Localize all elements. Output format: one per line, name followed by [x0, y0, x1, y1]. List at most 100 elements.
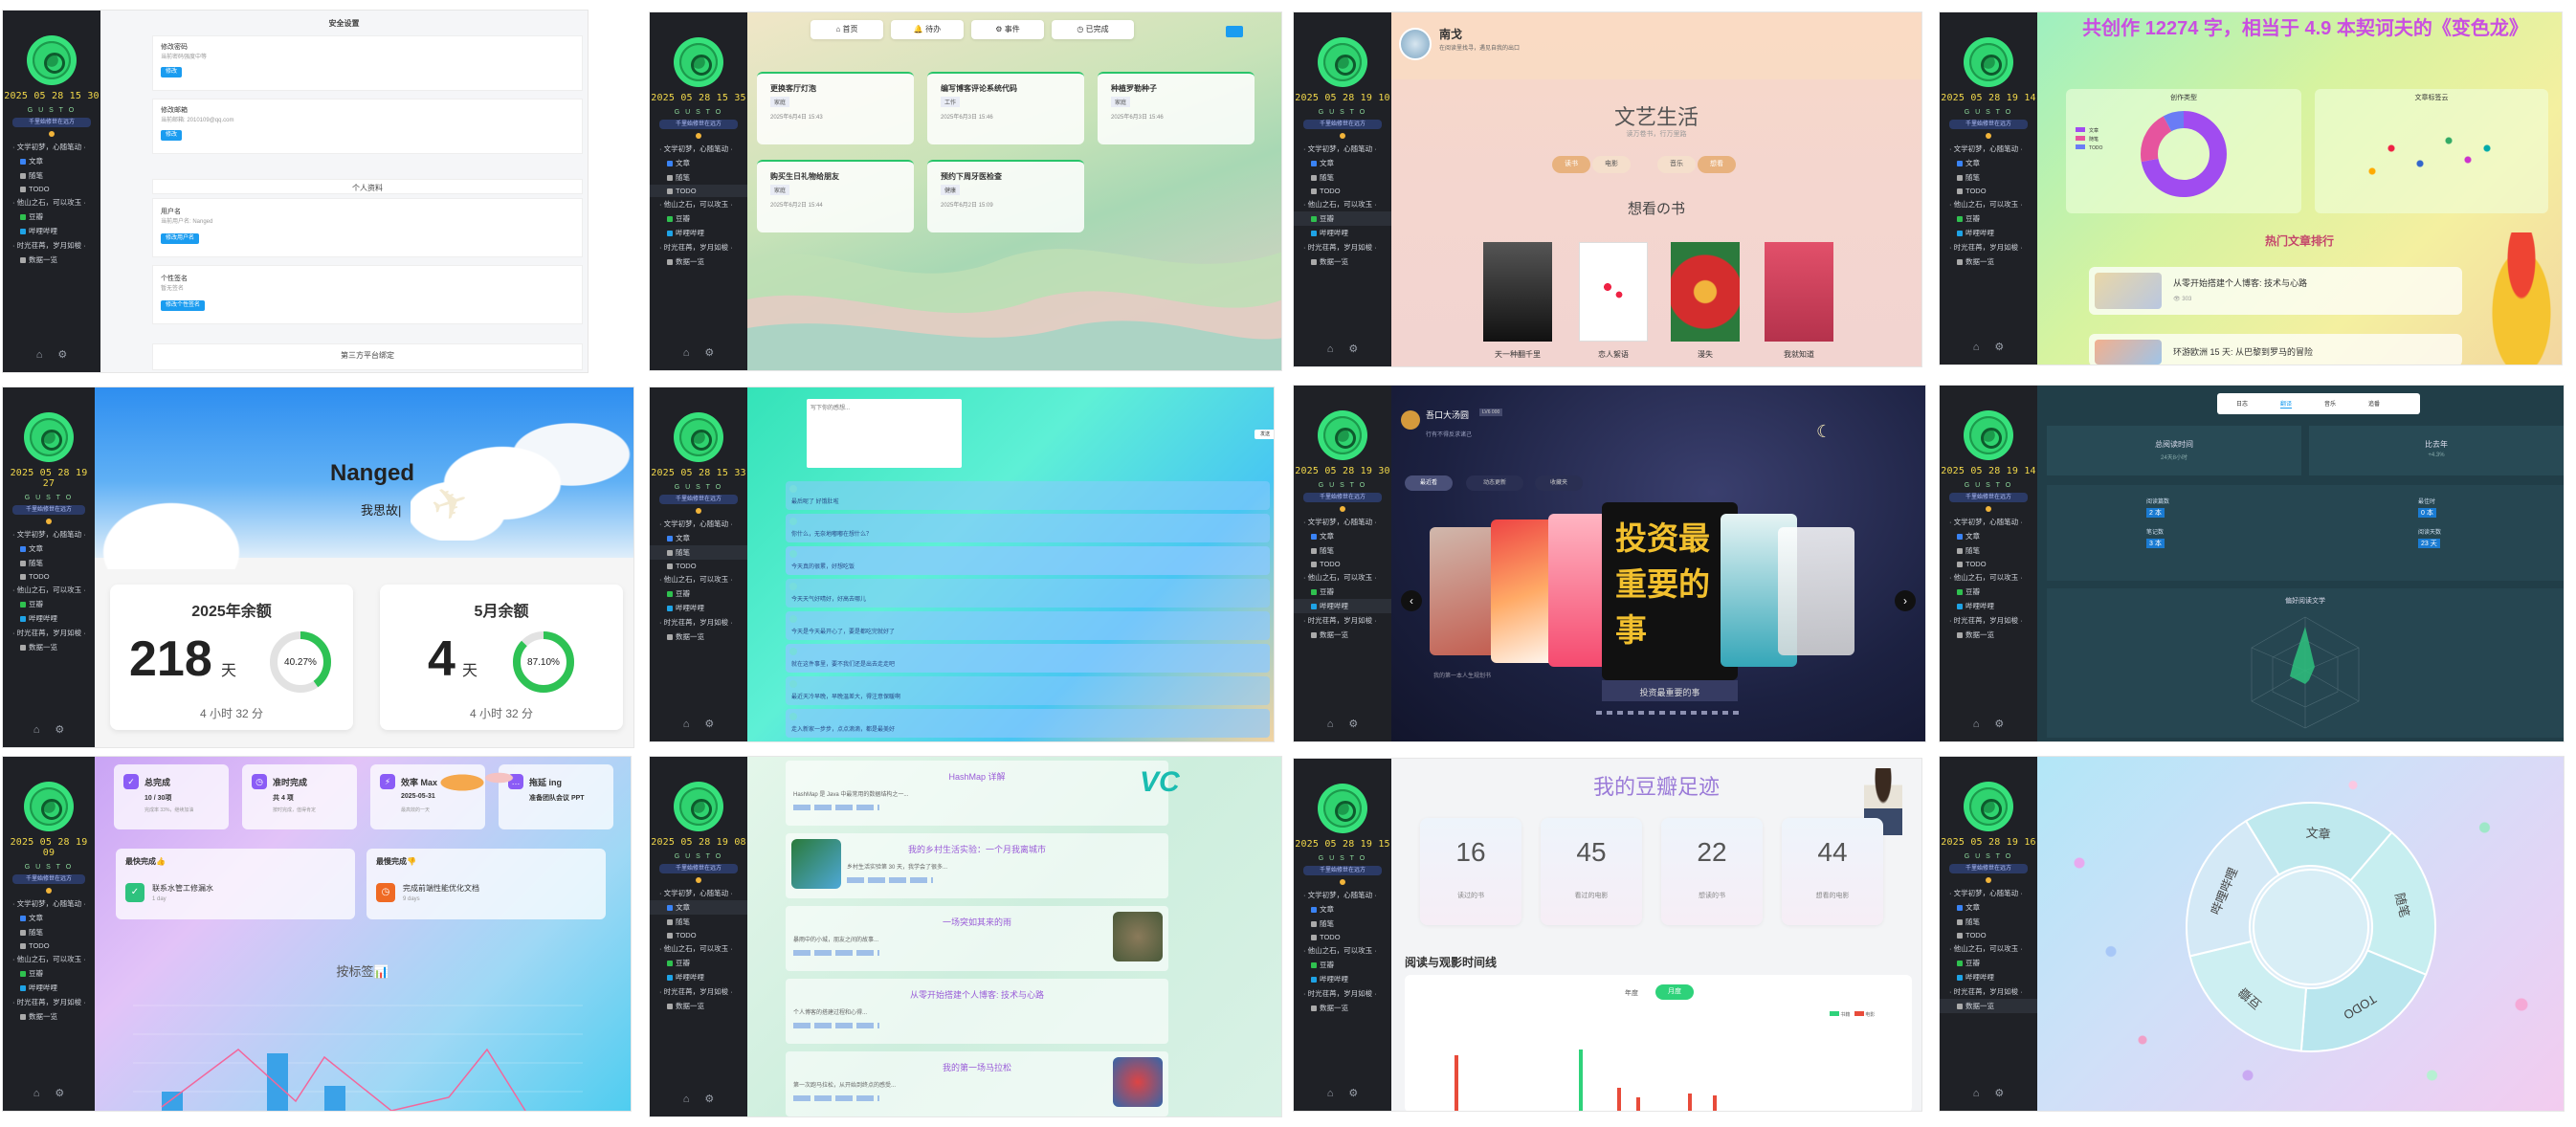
- sidebar-item[interactable]: 哔哩哔哩: [1940, 599, 2037, 613]
- tab-movies[interactable]: 电影: [1592, 156, 1631, 173]
- post-item[interactable]: 我的第一场马拉松 第一次跑马拉松，从开始到终点的感受...: [786, 1051, 1168, 1116]
- douban-stat-card[interactable]: 44 想看的电影: [1782, 818, 1883, 925]
- douban-stat-card[interactable]: 22 想读的书: [1661, 818, 1763, 925]
- sidebar-item[interactable]: 文章: [3, 911, 95, 925]
- site-logo[interactable]: [1318, 410, 1367, 460]
- site-logo[interactable]: [1964, 410, 2013, 460]
- gear-icon[interactable]: ⚙: [1348, 343, 1358, 355]
- sidebar-item[interactable]: 随笔: [3, 925, 95, 939]
- gear-icon[interactable]: ⚙: [704, 718, 714, 730]
- sidebar-item[interactable]: 数据一览: [650, 254, 747, 269]
- toggle-year[interactable]: 年度: [1625, 988, 1638, 998]
- sidebar-item[interactable]: 随笔: [3, 556, 95, 570]
- next-arrow-icon[interactable]: ›: [1895, 590, 1916, 611]
- sidebar-item[interactable]: 文章: [1294, 529, 1391, 543]
- change-password-button[interactable]: 修改: [161, 67, 183, 77]
- sidebar-item[interactable]: 豆瓣: [650, 586, 747, 601]
- home-icon[interactable]: ⌂: [1327, 343, 1334, 355]
- home-icon[interactable]: ⌂: [1327, 1088, 1334, 1099]
- sidebar-item[interactable]: TODO: [1940, 929, 2037, 941]
- essay-item[interactable]: 你什么，无奈地嘟嘟在想什么？: [786, 514, 1270, 542]
- sidebar-item[interactable]: TODO: [650, 185, 747, 197]
- post-item[interactable]: HashMap 详解 HashMap 是 Java 中最常用的数据结构之一...: [786, 761, 1168, 826]
- sidebar-item[interactable]: 文章: [3, 541, 95, 556]
- book-cover[interactable]: [1765, 242, 1833, 342]
- sidebar-item[interactable]: 数据一览: [1940, 254, 2037, 269]
- tab-music[interactable]: 音乐: [1657, 156, 1696, 173]
- sidebar-item[interactable]: TODO: [1940, 558, 2037, 570]
- tab-pending[interactable]: 🔔 待办: [891, 20, 964, 39]
- sidebar-item[interactable]: 豆瓣: [1294, 211, 1391, 226]
- change-email-button[interactable]: 修改: [161, 130, 183, 141]
- todo-card[interactable]: 预约下周牙医检查 健康 2025年6月2日 15:09: [927, 160, 1084, 232]
- sidebar-item[interactable]: 文章: [1940, 529, 2037, 543]
- site-logo[interactable]: [27, 35, 77, 85]
- home-icon[interactable]: ⌂: [1973, 342, 1980, 353]
- essay-item[interactable]: 今天真的很累，好想吃饭: [786, 546, 1270, 575]
- tab-events[interactable]: ⚙ 事件: [971, 20, 1044, 39]
- gear-icon[interactable]: ⚙: [704, 1094, 714, 1105]
- essay-item[interactable]: 就在这件事里，要不我们还是出去走走吧: [786, 644, 1270, 673]
- sidebar-item[interactable]: TODO: [3, 939, 95, 952]
- sidebar-item[interactable]: 豆瓣: [3, 210, 100, 224]
- site-logo[interactable]: [674, 412, 723, 462]
- sidebar-item[interactable]: 哔哩哔哩: [1294, 972, 1391, 986]
- home-icon[interactable]: ⌂: [33, 1088, 40, 1099]
- sidebar-item[interactable]: 豆瓣: [1294, 585, 1391, 599]
- gear-icon[interactable]: ⚙: [55, 1088, 64, 1099]
- book-cover-featured[interactable]: 投资最重要的事: [1602, 502, 1738, 680]
- toggle-month[interactable]: 月度: [1655, 984, 1694, 1000]
- sidebar-item[interactable]: 豆瓣: [650, 211, 747, 226]
- sidebar-item[interactable]: 随笔: [1940, 170, 2037, 185]
- essay-input[interactable]: [807, 399, 962, 468]
- essay-item[interactable]: 今天是今天最开心了，要是都吃完就好了: [786, 611, 1270, 640]
- tab-wishlist[interactable]: 想看: [1698, 156, 1736, 173]
- sidebar-item[interactable]: TODO: [3, 183, 100, 195]
- sidebar-item[interactable]: 豆瓣: [1940, 585, 2037, 599]
- site-logo[interactable]: [24, 412, 74, 462]
- send-button[interactable]: 发送: [1255, 430, 1274, 439]
- sidebar-item[interactable]: 文章: [1940, 900, 2037, 915]
- sidebar-item[interactable]: 数据一览: [1940, 999, 2037, 1013]
- sidebar-item[interactable]: 豆瓣: [1294, 958, 1391, 972]
- site-logo[interactable]: [674, 782, 723, 831]
- sidebar-item[interactable]: 数据一览: [3, 640, 95, 654]
- sidebar-item[interactable]: 文章: [1294, 156, 1391, 170]
- sidebar-item[interactable]: 哔哩哔哩: [1294, 599, 1391, 613]
- tab-music[interactable]: 音乐: [2324, 399, 2336, 408]
- sidebar-item[interactable]: 文章: [1294, 902, 1391, 917]
- todo-card[interactable]: 购买生日礼物给朋友 家庭 2025年6月2日 15:44: [757, 160, 914, 232]
- todo-card[interactable]: 种植罗勒种子 家庭 2025年6月3日 15:46: [1098, 72, 1255, 144]
- sidebar-item[interactable]: 哔哩哔哩: [1940, 226, 2037, 240]
- sidebar-item[interactable]: 随笔: [650, 545, 747, 560]
- filter-recent[interactable]: 最近看: [1405, 475, 1453, 491]
- sidebar-item[interactable]: 文章: [650, 156, 747, 170]
- todo-card[interactable]: 编写博客评论系统代码 工作 2025年6月3日 15:46: [927, 72, 1084, 144]
- sidebar-item[interactable]: 数据一览: [1294, 628, 1391, 642]
- sidebar-item[interactable]: 随笔: [1294, 170, 1391, 185]
- essay-item[interactable]: 今天天气好晴好，好高去哪儿: [786, 579, 1270, 608]
- tab-translate[interactable]: 翻译: [2280, 399, 2293, 409]
- home-icon[interactable]: ⌂: [1327, 718, 1334, 730]
- todo-card[interactable]: 更换客厅灯泡 家庭 2025年6月4日 15:43: [757, 72, 914, 144]
- avatar[interactable]: [1401, 410, 1420, 430]
- sidebar-item[interactable]: 豆瓣: [1940, 956, 2037, 970]
- tab-home[interactable]: ⌂ 首页: [811, 20, 883, 39]
- home-icon[interactable]: ⌂: [683, 718, 690, 730]
- book-cover[interactable]: [1778, 527, 1854, 655]
- gear-icon[interactable]: ⚙: [1348, 1088, 1358, 1099]
- home-icon[interactable]: ⌂: [33, 724, 40, 736]
- sidebar-item[interactable]: 豆瓣: [650, 956, 747, 970]
- gear-icon[interactable]: ⚙: [1348, 718, 1358, 730]
- post-item[interactable]: 我的乡村生活实验：一个月我离城市 乡村生活实验第 30 天，我学会了很多...: [786, 833, 1168, 898]
- sidebar-item[interactable]: 随笔: [1294, 917, 1391, 931]
- sidebar-item[interactable]: 文章: [650, 531, 747, 545]
- sidebar-item[interactable]: 数据一览: [650, 630, 747, 644]
- sidebar-item[interactable]: 哔哩哔哩: [1294, 226, 1391, 240]
- home-icon[interactable]: ⌂: [36, 349, 43, 361]
- book-cover[interactable]: [1483, 242, 1552, 342]
- sidebar-item[interactable]: TODO: [1294, 558, 1391, 570]
- sidebar-item[interactable]: 豆瓣: [3, 597, 95, 611]
- sidebar-item[interactable]: 哔哩哔哩: [1940, 970, 2037, 984]
- sidebar-item[interactable]: 随笔: [650, 170, 747, 185]
